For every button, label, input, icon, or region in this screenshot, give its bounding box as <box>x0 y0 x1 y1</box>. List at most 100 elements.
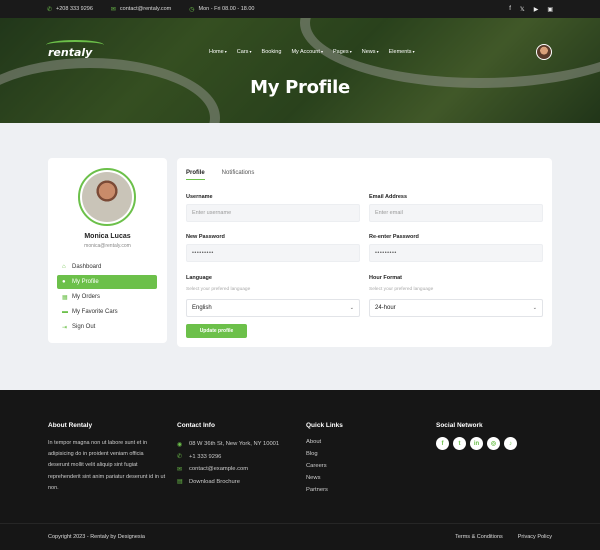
home-icon: ⌂ <box>62 264 66 270</box>
new-password-label: New Password <box>186 234 225 240</box>
new-password-field[interactable]: ••••••••• <box>186 244 360 262</box>
footer-link-partners[interactable]: Partners <box>306 484 328 496</box>
youtube-icon[interactable]: ▶ <box>534 6 539 13</box>
contact-address: ◉ 08 W 36th St, New York, NY 10001 <box>177 438 279 451</box>
footer: About Rentaly In tempor magna non ut lab… <box>0 390 600 550</box>
topbar-email[interactable]: ✉ contact@rentaly.com <box>111 6 171 13</box>
footer-social-icons: f t in ◎ ♪ <box>436 437 517 450</box>
nav-pages[interactable]: Pages <box>333 49 352 55</box>
menu-item-label: Sign Out <box>72 324 96 330</box>
email-field[interactable]: Enter email <box>369 204 543 222</box>
signout-icon: ⇥ <box>62 324 68 331</box>
language-hint: Select your prefered language <box>186 287 251 292</box>
hour-format-select-value: 24-hour <box>375 305 396 311</box>
footer-link-blog[interactable]: Blog <box>306 448 328 460</box>
instagram-icon[interactable]: ▣ <box>547 6 553 13</box>
footer-link-about[interactable]: About <box>306 436 328 448</box>
profile-avatar <box>78 168 136 226</box>
language-select[interactable]: English ⌄ <box>186 299 360 317</box>
profile-tabs: Profile Notifications <box>186 170 254 180</box>
mail-icon: ✉ <box>177 466 183 473</box>
nav-booking[interactable]: Booking <box>262 49 282 55</box>
download-brochure-link[interactable]: Download Brochure <box>189 479 240 485</box>
chevron-down-icon: ⌄ <box>532 305 537 311</box>
terms-link[interactable]: Terms & Conditions <box>455 534 503 540</box>
user-avatar[interactable] <box>536 44 552 60</box>
phone-icon: ✆ <box>47 6 53 13</box>
contact-address-text: 08 W 36th St, New York, NY 10001 <box>189 441 280 448</box>
dashboard-menu: ⌂ Dashboard ● My Profile ▦ My Orders ▬ M… <box>57 260 157 335</box>
footer-social-title: Social Network <box>436 422 483 429</box>
main-nav: Home Cars Booking My Account Pages News … <box>209 49 415 55</box>
email-label: Email Address <box>369 194 408 200</box>
linkedin-icon[interactable]: in <box>470 437 483 450</box>
twitter-icon[interactable]: t <box>453 437 466 450</box>
contact-email-text[interactable]: contact@example.com <box>189 466 248 472</box>
hour-format-label: Hour Format <box>369 275 402 281</box>
hero-overlay <box>0 18 600 123</box>
pinterest-icon[interactable]: ◎ <box>487 437 500 450</box>
logo[interactable]: rentaly <box>46 40 104 59</box>
topbar-hours-text: Mon - Fri 08.00 - 18.00 <box>198 6 255 12</box>
topbar-email-text[interactable]: contact@rentaly.com <box>120 6 171 12</box>
menu-item-favorite-cars[interactable]: ▬ My Favorite Cars <box>57 305 157 319</box>
calendar-icon: ▦ <box>62 294 68 301</box>
hour-format-hint: Select your prefered language <box>369 287 434 292</box>
topbar-phone: ✆ +208 333 9296 <box>47 6 93 13</box>
facebook-icon[interactable]: f <box>509 6 511 13</box>
tab-profile[interactable]: Profile <box>186 170 205 180</box>
twitter-icon[interactable]: 𝕏 <box>520 6 525 13</box>
logo-swoosh-icon <box>46 40 104 50</box>
reenter-password-label: Re-enter Password <box>369 234 419 240</box>
menu-item-my-orders[interactable]: ▦ My Orders <box>57 290 157 304</box>
tab-notifications[interactable]: Notifications <box>222 170 255 180</box>
menu-item-label: My Favorite Cars <box>72 309 118 315</box>
footer-quick-links: About Blog Careers News Partners <box>306 436 328 496</box>
nav-my-account[interactable]: My Account <box>291 49 323 55</box>
footer-contact-title: Contact Info <box>177 422 215 429</box>
contact-phone[interactable]: ✆ +1 333 9296 <box>177 451 279 464</box>
update-profile-button[interactable]: Update profile <box>186 324 247 338</box>
car-icon: ▬ <box>62 309 68 315</box>
menu-item-label: My Profile <box>72 279 99 285</box>
nav-cars[interactable]: Cars <box>237 49 252 55</box>
rss-icon[interactable]: ♪ <box>504 437 517 450</box>
privacy-link[interactable]: Privacy Policy <box>518 534 552 540</box>
location-icon: ◉ <box>177 441 183 448</box>
top-bar: ✆ +208 333 9296 ✉ contact@rentaly.com ◷ … <box>0 0 600 18</box>
hour-format-select[interactable]: 24-hour ⌄ <box>369 299 543 317</box>
profile-email: monica@rentaly.com <box>84 243 131 249</box>
file-icon: ▤ <box>177 479 183 486</box>
footer-links-title: Quick Links <box>306 422 343 429</box>
menu-item-label: Dashboard <box>72 264 102 270</box>
menu-item-dashboard[interactable]: ⌂ Dashboard <box>57 260 157 274</box>
copyright-text: Copyright 2023 - Rentaly by Designesia <box>48 534 145 540</box>
reenter-password-field[interactable]: ••••••••• <box>369 244 543 262</box>
language-select-value: English <box>192 305 212 311</box>
username-field[interactable]: Enter username <box>186 204 360 222</box>
contact-phone-text[interactable]: +1 333 9296 <box>189 454 221 460</box>
nav-news[interactable]: News <box>362 49 379 55</box>
contact-brochure[interactable]: ▤ Download Brochure <box>177 476 279 489</box>
nav-elements[interactable]: Elements <box>389 49 415 55</box>
phone-icon: ✆ <box>177 454 183 461</box>
footer-bottom-bar: Copyright 2023 - Rentaly by Designesia T… <box>0 523 600 550</box>
nav-home[interactable]: Home <box>209 49 227 55</box>
footer-link-careers[interactable]: Careers <box>306 460 328 472</box>
footer-about-text: In tempor magna non ut labore sunt et in… <box>48 440 166 491</box>
menu-item-sign-out[interactable]: ⇥ Sign Out <box>57 320 157 334</box>
chevron-down-icon: ⌄ <box>349 305 354 311</box>
facebook-icon[interactable]: f <box>436 437 449 450</box>
menu-item-my-profile[interactable]: ● My Profile <box>57 275 157 289</box>
profile-form-card: Profile Notifications Username Enter use… <box>177 158 552 347</box>
topbar-social: f 𝕏 ▶ ▣ <box>509 6 553 13</box>
username-label: Username <box>186 194 213 200</box>
profile-name: Monica Lucas <box>84 233 131 240</box>
page-title: My Profile <box>250 77 350 98</box>
clock-icon: ◷ <box>189 6 195 13</box>
footer-contact-list: ◉ 08 W 36th St, New York, NY 10001 ✆ +1 … <box>177 438 279 488</box>
footer-about-title: About Rentaly <box>48 422 93 429</box>
contact-email[interactable]: ✉ contact@example.com <box>177 463 279 476</box>
footer-link-news[interactable]: News <box>306 472 328 484</box>
menu-item-label: My Orders <box>72 294 101 300</box>
